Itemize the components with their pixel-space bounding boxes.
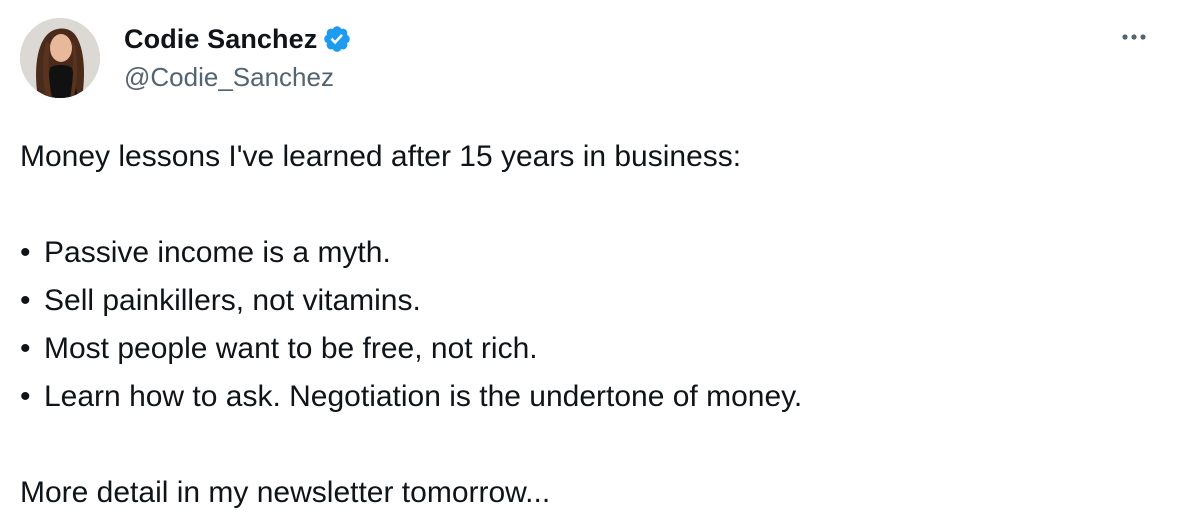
list-item: • Learn how to ask. Negotiation is the u… <box>20 373 1160 421</box>
list-item: • Sell painkillers, not vitamins. <box>20 277 1160 325</box>
bullet-icon: • <box>20 380 31 413</box>
more-options-icon <box>1122 34 1146 40</box>
bullet-icon: • <box>20 236 31 269</box>
author-handle[interactable]: @Codie_Sanchez <box>124 62 334 93</box>
list-item: • Most people want to be free, not rich. <box>20 325 1160 373</box>
author-name-row: Codie Sanchez <box>124 22 352 56</box>
display-name[interactable]: Codie Sanchez <box>124 24 317 55</box>
tweet-intro: Money lessons I've learned after 15 year… <box>20 140 742 173</box>
list-item-text: Learn how to ask. Negotiation is the und… <box>44 380 803 413</box>
tweet-card: Codie Sanchez @Codie_Sanchez Money lesso… <box>0 0 1184 521</box>
avatar[interactable] <box>20 18 100 98</box>
verified-badge-icon[interactable] <box>322 24 352 54</box>
avatar-photo-icon <box>20 18 100 98</box>
bullet-icon: • <box>20 284 31 317</box>
tweet-text: Money lessons I've learned after 15 year… <box>20 133 1160 517</box>
list-item: • Passive income is a myth. <box>20 229 1160 277</box>
list-item-text: Sell painkillers, not vitamins. <box>44 284 421 317</box>
bullet-icon: • <box>20 332 31 365</box>
tweet-closing: More detail in my newsletter tomorrow... <box>20 476 551 509</box>
list-item-text: Passive income is a myth. <box>44 236 391 269</box>
more-options-button[interactable] <box>1114 22 1154 52</box>
list-item-text: Most people want to be free, not rich. <box>44 332 538 365</box>
